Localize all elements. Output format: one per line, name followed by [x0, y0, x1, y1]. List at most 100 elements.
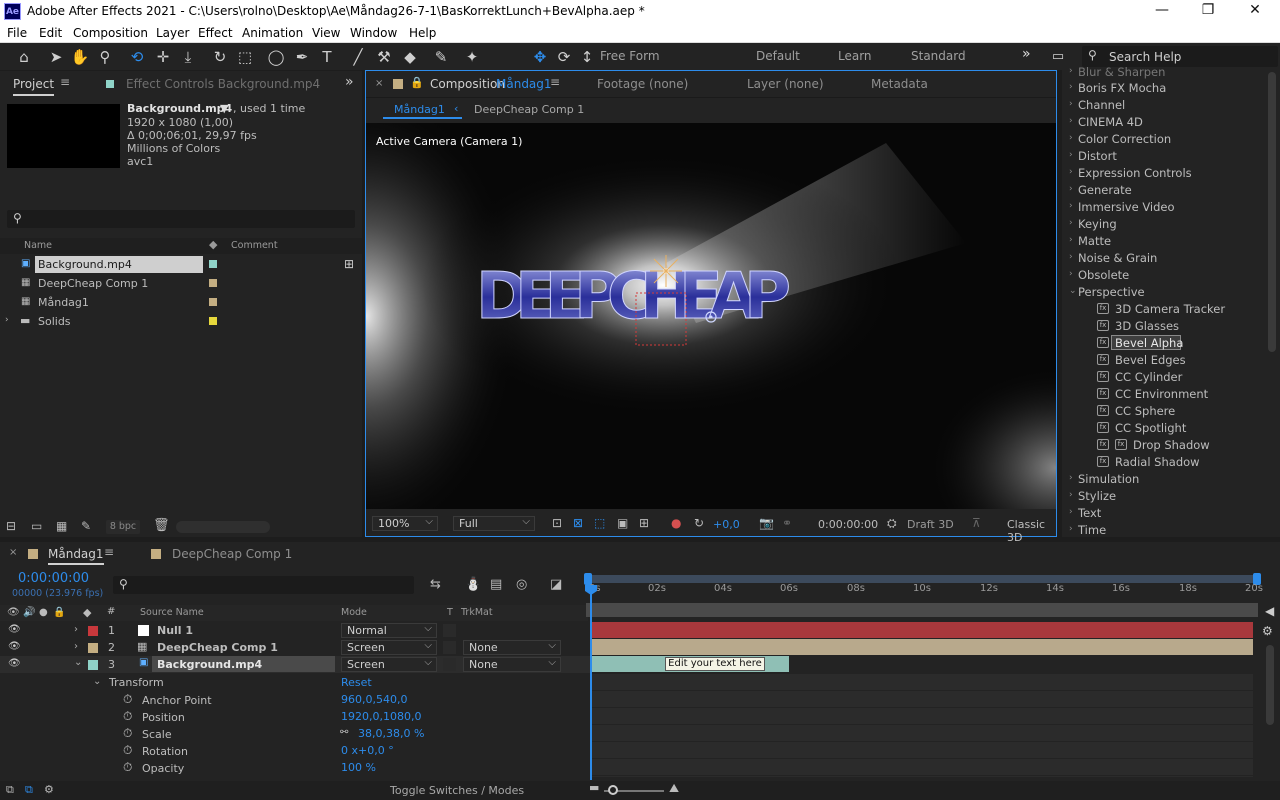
- in-out-icon[interactable]: ⚙: [44, 783, 54, 796]
- zoom-out-icon[interactable]: ▬: [589, 781, 599, 794]
- universal-axis-icon[interactable]: ✥: [530, 47, 550, 67]
- grid-guides-icon[interactable]: ⊞: [639, 516, 649, 530]
- effect-category[interactable]: › Distort: [1069, 149, 1117, 163]
- extended-viewer-icon[interactable]: ⊼: [972, 516, 981, 530]
- effect-category[interactable]: › Keying: [1069, 217, 1117, 231]
- type-tool-icon[interactable]: T: [317, 47, 337, 67]
- collapse-chevron-icon[interactable]: ⌄: [74, 657, 82, 668]
- effect-category[interactable]: › CINEMA 4D: [1069, 115, 1143, 129]
- reset-exposure-icon[interactable]: ↻: [694, 516, 704, 530]
- expand-chevron-icon[interactable]: ›: [74, 641, 78, 652]
- more-workspaces-button[interactable]: »: [1022, 46, 1031, 62]
- label-column-icon[interactable]: ◆: [209, 238, 217, 251]
- effect-item[interactable]: Radial Shadow: [1115, 455, 1200, 469]
- renderer-label[interactable]: Classic 3D: [1007, 518, 1056, 544]
- fast-preview-icon[interactable]: ⊡: [552, 516, 562, 530]
- brush-tool-icon[interactable]: ╱: [348, 47, 368, 67]
- layer-name[interactable]: Background.mp4: [157, 658, 262, 671]
- effects-scrollbar[interactable]: [1268, 72, 1276, 352]
- stopwatch-icon[interactable]: ⏱: [123, 760, 132, 775]
- effect-category[interactable]: › Color Correction: [1069, 132, 1171, 146]
- effect-category[interactable]: › Noise & Grain: [1069, 251, 1157, 265]
- column-trkmat[interactable]: TrkMat: [461, 607, 493, 618]
- tab-metadata[interactable]: Metadata: [871, 77, 928, 91]
- tab-timeline-mandag1[interactable]: Måndag1: [48, 547, 104, 565]
- tab-composition[interactable]: Composition: [430, 77, 505, 91]
- draft-3d-label[interactable]: Draft 3D: [907, 518, 954, 531]
- effect-item[interactable]: CC Environment: [1115, 387, 1208, 401]
- layer-switches-icon[interactable]: ⧉: [6, 783, 14, 797]
- layer-row[interactable]: 👁 › 2 ▦ DeepCheap Comp 1 Screen None: [0, 639, 590, 656]
- comp-flowchart-icon[interactable]: ⇆: [430, 577, 441, 592]
- bit-depth-button[interactable]: 8 bpc: [106, 520, 140, 534]
- track-matte-dropdown[interactable]: None: [463, 656, 561, 672]
- tab-project[interactable]: Project: [13, 77, 55, 96]
- effect-item-selected[interactable]: Bevel Alpha: [1115, 336, 1183, 350]
- selection-tool-icon[interactable]: ➤: [46, 47, 66, 67]
- effect-category[interactable]: › Obsolete: [1069, 268, 1129, 282]
- timeline-menu-icon[interactable]: ≡: [104, 545, 114, 559]
- layer-label-color[interactable]: [88, 660, 98, 670]
- project-item[interactable]: › ▬ Solids: [0, 313, 362, 331]
- thumbnail-scrollbar[interactable]: [176, 521, 270, 533]
- effect-item[interactable]: CC Cylinder: [1115, 370, 1182, 384]
- region-of-interest-icon[interactable]: ▣: [617, 516, 628, 530]
- effect-category[interactable]: › Time: [1069, 523, 1106, 537]
- effect-category[interactable]: › Matte: [1069, 234, 1111, 248]
- menu-composition[interactable]: Composition: [73, 26, 148, 40]
- eye-icon[interactable]: 👁: [8, 641, 21, 652]
- effect-category[interactable]: › Generate: [1069, 183, 1132, 197]
- channel-icon[interactable]: ●: [671, 516, 681, 530]
- menu-window[interactable]: Window: [350, 26, 397, 40]
- tab-timeline-deepcheap[interactable]: DeepCheap Comp 1: [172, 547, 292, 561]
- effect-item[interactable]: Drop Shadow: [1133, 438, 1210, 452]
- solo-icon[interactable]: ●: [39, 607, 48, 618]
- mask-visibility-icon[interactable]: ⬚: [594, 516, 605, 530]
- menu-view[interactable]: View: [312, 26, 340, 40]
- project-item[interactable]: ▦ Måndag1: [0, 294, 362, 312]
- project-item[interactable]: ▦ DeepCheap Comp 1: [0, 275, 362, 293]
- home-icon[interactable]: ⌂: [14, 47, 34, 67]
- effect-item[interactable]: Bevel Edges: [1115, 353, 1186, 367]
- hand-tool-icon[interactable]: ✋: [70, 47, 90, 67]
- comp-lock-icon[interactable]: 🔒: [410, 76, 424, 89]
- workspace-learn[interactable]: Learn: [838, 49, 872, 63]
- column-mode[interactable]: Mode: [341, 607, 367, 618]
- tab-composition-name[interactable]: Måndag1: [496, 77, 552, 91]
- breadcrumb-item[interactable]: DeepCheap Comp 1: [474, 103, 584, 116]
- layer-mode-dropdown[interactable]: Normal: [341, 622, 437, 638]
- timeline-navigator-icon[interactable]: ◀: [1265, 604, 1277, 618]
- label-color[interactable]: [209, 279, 217, 287]
- free-form-label[interactable]: Free Form: [600, 49, 660, 63]
- layer-bar[interactable]: [592, 622, 1253, 638]
- roto-brush-tool-icon[interactable]: ✎: [431, 47, 451, 67]
- effect-category[interactable]: › Blur & Sharpen: [1069, 65, 1165, 79]
- preserve-transparency-toggle[interactable]: [443, 641, 456, 654]
- graph-editor-icon[interactable]: ◪: [550, 577, 562, 592]
- workspace-default[interactable]: Default: [756, 49, 800, 63]
- track-matte-dropdown[interactable]: None: [463, 639, 561, 655]
- interpret-footage-icon[interactable]: ⊟: [6, 519, 16, 533]
- comp-panel-menu-icon[interactable]: ≡: [550, 75, 560, 89]
- flowchart-icon[interactable]: ⊞: [344, 257, 354, 271]
- eye-icon[interactable]: 👁: [8, 624, 21, 635]
- comp-viewer[interactable]: DEEPCHEAP Active Camera (Camera 1): [366, 123, 1056, 509]
- dolly-camera-tool-icon[interactable]: ⤓: [178, 47, 198, 67]
- effect-item[interactable]: CC Spotlight: [1115, 421, 1186, 435]
- effect-category[interactable]: › Expression Controls: [1069, 166, 1192, 180]
- preserve-transparency-toggle[interactable]: [443, 624, 456, 637]
- maximize-button[interactable]: ❐: [1198, 2, 1218, 18]
- layer-mode-dropdown[interactable]: Screen: [341, 656, 437, 672]
- minimize-button[interactable]: —: [1152, 2, 1172, 18]
- layer-name[interactable]: DeepCheap Comp 1: [157, 641, 278, 654]
- video-visibility-icon[interactable]: 👁: [7, 607, 20, 618]
- transparency-grid-icon[interactable]: ⊠: [573, 516, 583, 530]
- tab-footage[interactable]: Footage (none): [597, 77, 688, 91]
- layer-bar[interactable]: [592, 639, 1253, 655]
- frame-blending-icon[interactable]: ▤: [490, 577, 502, 592]
- expand-chevron-icon[interactable]: ›: [5, 315, 9, 325]
- ellipse-tool-icon[interactable]: ◯: [266, 47, 286, 67]
- layer-label-color[interactable]: [88, 626, 98, 636]
- preserve-transparency-toggle[interactable]: [443, 658, 456, 671]
- layer-number-icon[interactable]: #: [107, 606, 115, 617]
